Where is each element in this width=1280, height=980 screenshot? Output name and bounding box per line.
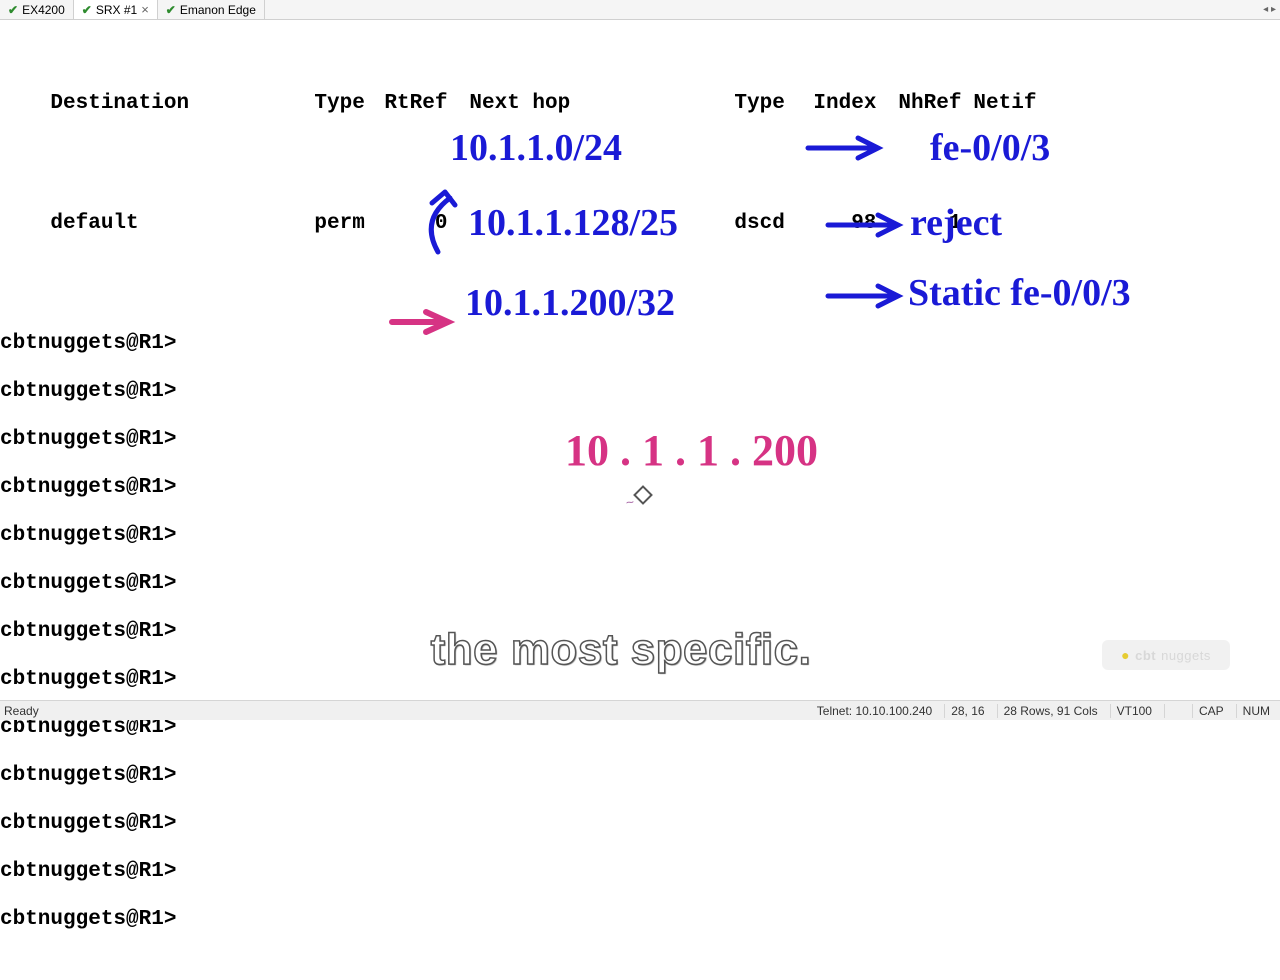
cell-nhref: 1 [888,212,973,236]
cell-destination: default [50,212,314,236]
status-dimensions: 28 Rows, 91 Cols [997,704,1104,718]
cell-type1: perm [314,212,384,236]
cell-type2: dscd [734,212,812,236]
cell-index: 98 [812,212,888,236]
status-cursor-pos: 28, 16 [944,704,990,718]
tab-emanon[interactable]: ✔ Emanon Edge [158,0,265,19]
cli-prompt: cbtnuggets@R1> [0,908,1280,932]
check-icon: ✔ [8,3,18,17]
watermark-brand: cbt [1135,648,1156,663]
check-icon: ✔ [82,3,92,17]
tab-ex4200[interactable]: ✔ EX4200 [0,0,74,19]
cli-prompt: cbtnuggets@R1> [0,524,1280,548]
status-emulation: VT100 [1110,704,1158,718]
cli-prompt: cbtnuggets@R1> [0,812,1280,836]
tab-label: EX4200 [22,3,65,17]
hdr-nexthop: Next hop [469,92,734,116]
cli-prompt: cbtnuggets@R1> [0,380,1280,404]
tab-label: Emanon Edge [180,3,256,17]
status-ready: Ready [4,704,39,718]
table-header: DestinationTypeRtRefNext hopTypeIndexNhR… [0,68,1280,140]
tab-srx1[interactable]: ✔ SRX #1 × [74,0,158,19]
table-row: defaultperm 0 dscd981 [0,188,1280,260]
status-capslock: CAP [1192,704,1230,718]
subtitle-caption: the most specific. [431,625,812,675]
cell-rtref: 0 [384,212,469,236]
watermark-logo: ● cbt nuggets [1102,640,1230,670]
cli-prompt: cbtnuggets@R1> [0,332,1280,356]
tab-bar: ✔ EX4200 ✔ SRX #1 × ✔ Emanon Edge ◂ ▸ [0,0,1280,20]
hdr-index: Index [812,92,888,116]
hdr-rtref: RtRef [384,92,469,116]
dot-icon: ● [1121,647,1130,663]
cli-prompt: cbtnuggets@R1> [0,764,1280,788]
hdr-destination: Destination [50,92,314,116]
cli-prompt: cbtnuggets@R1> [0,572,1280,596]
tab-label: SRX #1 [96,3,137,17]
cli-prompt: cbtnuggets@R1> [0,476,1280,500]
watermark-name: nuggets [1161,648,1211,663]
hdr-netif: Netif [973,92,1036,116]
check-icon: ✔ [166,3,176,17]
status-connection: Telnet: 10.10.100.240 [811,704,938,718]
hdr-type1: Type [314,92,384,116]
status-numlock: NUM [1236,704,1276,718]
cli-prompt: cbtnuggets@R1> [0,860,1280,884]
close-icon[interactable]: × [141,2,149,17]
hdr-nhref: NhRef [888,92,973,116]
terminal-output[interactable]: DestinationTypeRtRefNext hopTypeIndexNhR… [0,20,1280,700]
status-bar: Ready Telnet: 10.10.100.240 28, 16 28 Ro… [0,700,1280,720]
hdr-type2: Type [734,92,812,116]
tab-scroll-icon[interactable]: ◂ ▸ [1263,4,1280,15]
cli-prompt: cbtnuggets@R1> [0,428,1280,452]
